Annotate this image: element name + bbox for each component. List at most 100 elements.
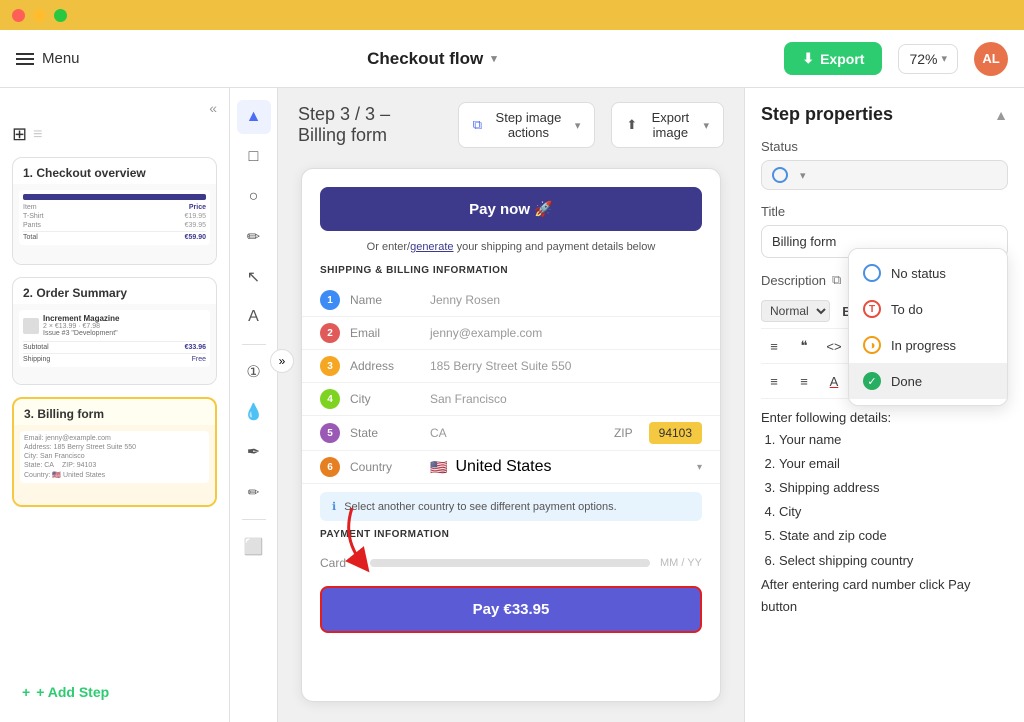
- quote-button[interactable]: ❝: [791, 333, 817, 359]
- country-select-arrow[interactable]: ▾: [697, 462, 702, 473]
- description-content: Enter following details: Your name Your …: [761, 399, 1008, 626]
- expand-panel-icon[interactable]: »: [270, 349, 294, 373]
- crop-tool[interactable]: ⬜: [237, 530, 271, 564]
- avatar[interactable]: AL: [974, 42, 1008, 76]
- pencil-tool[interactable]: ✏: [237, 475, 271, 509]
- step-1-label: 1. Checkout overview: [13, 158, 216, 184]
- chevron-down-icon: ▾: [703, 119, 709, 132]
- title-label: Title: [761, 204, 1008, 219]
- hamburger-icon: [16, 53, 34, 65]
- add-step-label: + Add Step: [36, 684, 109, 700]
- card-section: Card MM / YY: [302, 548, 720, 578]
- card-field-row: Card MM / YY: [302, 548, 720, 578]
- canvas-header: Step 3 / 3 – Billing form ⧉ Step image a…: [278, 88, 744, 158]
- pen-tool[interactable]: ✏: [237, 220, 271, 254]
- export-image-icon: ⬆: [626, 117, 637, 133]
- view-toggle: ⊞ ≡: [12, 124, 217, 145]
- close-dot[interactable]: [12, 9, 25, 22]
- in-progress-circle-icon: ◑: [863, 336, 881, 354]
- status-option-todo[interactable]: T To do: [849, 291, 1007, 327]
- status-popup: No status T To do ◑ In progress ✓ Done: [848, 248, 1008, 406]
- outdent-button[interactable]: ≡: [761, 368, 787, 394]
- list-item-3: Shipping address: [779, 477, 1008, 499]
- description-footer: After entering card number click Pay but…: [761, 577, 971, 614]
- address-value: 185 Berry Street Suite 550: [430, 359, 702, 373]
- list-view-icon[interactable]: ≡: [33, 126, 42, 144]
- external-link-icon[interactable]: ⧉: [832, 272, 841, 288]
- menu-button[interactable]: Menu: [16, 50, 80, 67]
- status-option-in-progress[interactable]: ◑ In progress: [849, 327, 1007, 363]
- canvas-scroll: Pay now 🚀 Or enter/generate your shippin…: [278, 158, 744, 722]
- state-value: CA: [430, 426, 512, 440]
- description-label-text: Description: [761, 273, 826, 288]
- zip-label: ZIP: [614, 426, 633, 440]
- zoom-selector[interactable]: 72% ▾: [898, 44, 958, 74]
- generate-link[interactable]: generate: [410, 241, 453, 253]
- format-select[interactable]: Normal: [761, 300, 830, 322]
- step-2-preview: Increment Magazine 2 × €13.99 · €7.98 Is…: [13, 304, 216, 384]
- chevron-down-icon: ▾: [941, 52, 947, 65]
- titlebar: [0, 0, 1024, 30]
- todo-label: To do: [891, 302, 923, 317]
- list-item-5: State and zip code: [779, 525, 1008, 547]
- info-icon: ℹ: [332, 500, 336, 513]
- text-tool[interactable]: A: [237, 300, 271, 334]
- tool-divider-2: [242, 519, 266, 520]
- info-bar: ℹ Select another country to see differen…: [320, 492, 702, 521]
- align-left-button[interactable]: ≡: [761, 333, 787, 359]
- step-counter: Step 3 / 3: [298, 104, 375, 124]
- select-tool[interactable]: ▲: [237, 100, 271, 134]
- step-card-1[interactable]: 1. Checkout overview ItemPrice T-Shirt€1…: [12, 157, 217, 265]
- panel-title: Step properties ▲: [761, 104, 1008, 125]
- status-section: Status ▾: [761, 139, 1008, 190]
- step-image-actions-button[interactable]: ⧉ Step image actions ▾: [458, 102, 596, 148]
- done-check-icon: ✓: [863, 372, 881, 390]
- collapse-panel-icon[interactable]: ▲: [994, 107, 1008, 123]
- name-value: Jenny Rosen: [430, 293, 702, 307]
- payment-section-label: PAYMENT INFORMATION: [302, 529, 720, 548]
- status-chevron-icon: ▾: [800, 169, 806, 182]
- email-value: jenny@example.com: [430, 326, 702, 340]
- step-card-2[interactable]: 2. Order Summary Increment Magazine 2 × …: [12, 277, 217, 385]
- done-label: Done: [891, 374, 922, 389]
- status-option-done[interactable]: ✓ Done: [849, 363, 1007, 399]
- status-dropdown[interactable]: ▾: [761, 160, 1008, 190]
- city-value: San Francisco: [430, 392, 702, 406]
- no-status-circle-icon: [863, 264, 881, 282]
- maximize-dot[interactable]: [54, 9, 67, 22]
- export-button[interactable]: ⬇ Export: [784, 42, 882, 75]
- code-button[interactable]: <>: [821, 333, 847, 359]
- city-label: City: [350, 392, 420, 406]
- text-color-button[interactable]: A: [821, 368, 847, 394]
- todo-circle-icon: T: [863, 300, 881, 318]
- card-number-placeholder[interactable]: [370, 559, 650, 567]
- ellipse-tool[interactable]: ○: [237, 180, 271, 214]
- pay-final-button[interactable]: Pay €33.95: [320, 586, 702, 633]
- export-image-button[interactable]: ⬆ Export image ▾: [611, 102, 724, 148]
- field-num-4: 4: [320, 389, 340, 409]
- grid-view-icon[interactable]: ⊞: [12, 124, 27, 145]
- indent2-button[interactable]: ≡: [791, 368, 817, 394]
- number-tool[interactable]: ①: [237, 355, 271, 389]
- export-image-label: Export image: [644, 110, 696, 140]
- marker-tool[interactable]: ✒: [237, 435, 271, 469]
- step-title: Step 3 / 3 – Billing form: [298, 104, 442, 146]
- minimize-dot[interactable]: [33, 9, 46, 22]
- tool-sidebar: ▲ □ ○ ✏ ↖ A ① 💧 ✒ ✏ ⬜: [230, 88, 278, 722]
- rectangle-tool[interactable]: □: [237, 140, 271, 174]
- field-num-6: 6: [320, 457, 340, 477]
- step-card-3[interactable]: 3. Billing form Email: jenny@example.com…: [12, 397, 217, 507]
- collapse-sidebar-icon[interactable]: «: [12, 100, 217, 116]
- status-option-no-status[interactable]: No status: [849, 255, 1007, 291]
- list-item-4: City: [779, 501, 1008, 523]
- email-field-row: 2 Email jenny@example.com: [302, 317, 720, 350]
- chevron-down-icon[interactable]: ▾: [491, 52, 497, 65]
- zip-value: 94103: [649, 422, 702, 444]
- add-step-button[interactable]: + + Add Step: [12, 674, 217, 710]
- plus-icon: +: [22, 684, 30, 700]
- arrow-tool[interactable]: ↖: [237, 260, 271, 294]
- address-field-row: 3 Address 185 Berry Street Suite 550: [302, 350, 720, 383]
- blur-tool[interactable]: 💧: [237, 395, 271, 429]
- chevron-down-icon: ▾: [575, 119, 581, 132]
- flow-title: Checkout flow: [367, 49, 483, 69]
